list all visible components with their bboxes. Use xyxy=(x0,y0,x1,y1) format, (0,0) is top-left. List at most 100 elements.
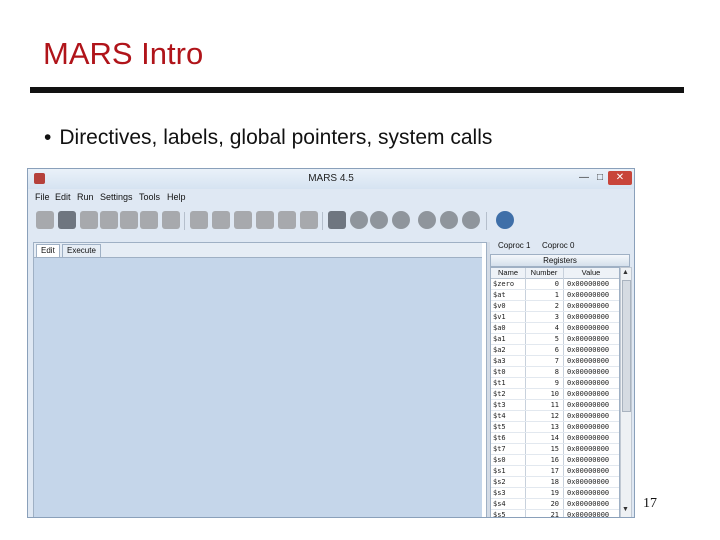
register-row[interactable]: $t6 14 0x00000000 xyxy=(491,433,619,444)
undo-icon[interactable] xyxy=(190,211,208,229)
step-icon[interactable] xyxy=(370,211,388,229)
tab-coproc-1[interactable]: Coproc 1 xyxy=(498,241,530,250)
register-row[interactable]: $s2 18 0x00000000 xyxy=(491,477,619,488)
column-number[interactable]: Number xyxy=(525,268,563,278)
save-all-icon[interactable] xyxy=(100,211,118,229)
find-replace-icon[interactable] xyxy=(300,211,318,229)
column-value[interactable]: Value xyxy=(563,268,619,278)
run-icon[interactable] xyxy=(350,211,368,229)
register-row[interactable]: $t5 13 0x00000000 xyxy=(491,422,619,433)
pause-icon[interactable] xyxy=(418,211,436,229)
copy-icon[interactable] xyxy=(256,211,274,229)
register-row[interactable]: $t2 10 0x00000000 xyxy=(491,389,619,400)
menu-edit[interactable]: Edit xyxy=(55,192,71,202)
register-row[interactable]: $s1 17 0x00000000 xyxy=(491,466,619,477)
new-file-icon[interactable] xyxy=(36,211,54,229)
register-row[interactable]: $t7 15 0x00000000 xyxy=(491,444,619,455)
register-name: $s1 xyxy=(493,467,506,475)
edit-tab-strip: Edit Execute xyxy=(34,243,486,258)
register-row[interactable]: $a0 4 0x00000000 xyxy=(491,323,619,334)
reset-icon[interactable] xyxy=(462,211,480,229)
register-number: 3 xyxy=(554,313,559,321)
register-value: 0x00000000 xyxy=(567,423,610,431)
register-row[interactable]: $zero 0 0x00000000 xyxy=(491,279,619,290)
register-row[interactable]: $t1 9 0x00000000 xyxy=(491,378,619,389)
close-button[interactable]: ✕ xyxy=(608,171,632,185)
scroll-down-icon[interactable]: ▼ xyxy=(622,506,629,513)
print-icon[interactable] xyxy=(120,211,138,229)
menu-tools[interactable]: Tools xyxy=(139,192,160,202)
registers-panel: Coproc 1 Coproc 0 Registers Name Number … xyxy=(490,239,634,517)
register-name: $s3 xyxy=(493,489,506,497)
register-row[interactable]: $s0 16 0x00000000 xyxy=(491,455,619,466)
register-number: 18 xyxy=(550,478,559,486)
menu-settings[interactable]: Settings xyxy=(100,192,133,202)
print-file-icon[interactable] xyxy=(162,211,180,229)
redo-icon[interactable] xyxy=(212,211,230,229)
menu-file[interactable]: File xyxy=(35,192,50,202)
menu-run[interactable]: Run xyxy=(77,192,94,202)
register-value: 0x00000000 xyxy=(567,511,610,518)
assemble-icon[interactable] xyxy=(328,211,346,229)
register-row[interactable]: $v1 3 0x00000000 xyxy=(491,312,619,323)
register-value: 0x00000000 xyxy=(567,401,610,409)
register-name: $a3 xyxy=(493,357,506,365)
edit-pane-scrollbar[interactable] xyxy=(482,243,486,517)
toolbar-separator xyxy=(184,212,185,230)
maximize-button[interactable]: □ xyxy=(592,171,608,185)
register-value: 0x00000000 xyxy=(567,368,610,376)
edit-pane[interactable]: Edit Execute xyxy=(33,242,487,517)
register-row[interactable]: $s5 21 0x00000000 xyxy=(491,510,619,518)
register-value: 0x00000000 xyxy=(567,467,610,475)
register-name: $t3 xyxy=(493,401,506,409)
register-number: 2 xyxy=(554,302,559,310)
register-number: 4 xyxy=(554,324,559,332)
register-row[interactable]: $a2 6 0x00000000 xyxy=(491,345,619,356)
register-row[interactable]: $s3 19 0x00000000 xyxy=(491,488,619,499)
register-number: 10 xyxy=(550,390,559,398)
minimize-button[interactable]: — xyxy=(576,171,592,185)
dump-memory-icon[interactable] xyxy=(140,211,158,229)
register-number: 1 xyxy=(554,291,559,299)
menu-bar: File Edit Run Settings Tools Help xyxy=(28,190,634,205)
paste-icon[interactable] xyxy=(278,211,296,229)
open-file-icon[interactable] xyxy=(58,211,76,229)
backstep-icon[interactable] xyxy=(392,211,410,229)
register-value: 0x00000000 xyxy=(567,412,610,420)
scroll-up-icon[interactable]: ▲ xyxy=(622,269,629,276)
register-name: $s0 xyxy=(493,456,506,464)
register-row[interactable]: $v0 2 0x00000000 xyxy=(491,301,619,312)
register-value: 0x00000000 xyxy=(567,445,610,453)
save-icon[interactable] xyxy=(80,211,98,229)
register-name: $t7 xyxy=(493,445,506,453)
register-name: $t0 xyxy=(493,368,506,376)
toolbar xyxy=(28,206,634,236)
register-row[interactable]: $s4 20 0x00000000 xyxy=(491,499,619,510)
register-number: 13 xyxy=(550,423,559,431)
tab-execute[interactable]: Execute xyxy=(62,244,101,257)
register-row[interactable]: $t4 12 0x00000000 xyxy=(491,411,619,422)
bullet-marker: • xyxy=(44,126,52,149)
tab-registers[interactable]: Registers xyxy=(490,254,630,267)
menu-help[interactable]: Help xyxy=(167,192,186,202)
register-row[interactable]: $a1 5 0x00000000 xyxy=(491,334,619,345)
cut-icon[interactable] xyxy=(234,211,252,229)
register-row[interactable]: $a3 7 0x00000000 xyxy=(491,356,619,367)
register-row[interactable]: $t0 8 0x00000000 xyxy=(491,367,619,378)
tab-edit[interactable]: Edit xyxy=(36,244,60,257)
register-number: 15 xyxy=(550,445,559,453)
mars-window: MARS 4.5 — □ ✕ File Edit Run Settings To… xyxy=(27,168,635,518)
slide-title: MARS Intro xyxy=(43,36,204,71)
toolbar-separator xyxy=(486,212,487,230)
register-row[interactable]: $t3 11 0x00000000 xyxy=(491,400,619,411)
stop-icon[interactable] xyxy=(440,211,458,229)
register-name: $a1 xyxy=(493,335,506,343)
register-name: $s2 xyxy=(493,478,506,486)
register-row[interactable]: $at 1 0x00000000 xyxy=(491,290,619,301)
column-name[interactable]: Name xyxy=(491,268,525,278)
tab-coproc-0[interactable]: Coproc 0 xyxy=(542,241,574,250)
scroll-thumb[interactable] xyxy=(622,280,631,412)
register-name: $t6 xyxy=(493,434,506,442)
help-icon[interactable] xyxy=(496,211,514,229)
registers-scrollbar[interactable]: ▲ ▼ xyxy=(620,267,632,517)
